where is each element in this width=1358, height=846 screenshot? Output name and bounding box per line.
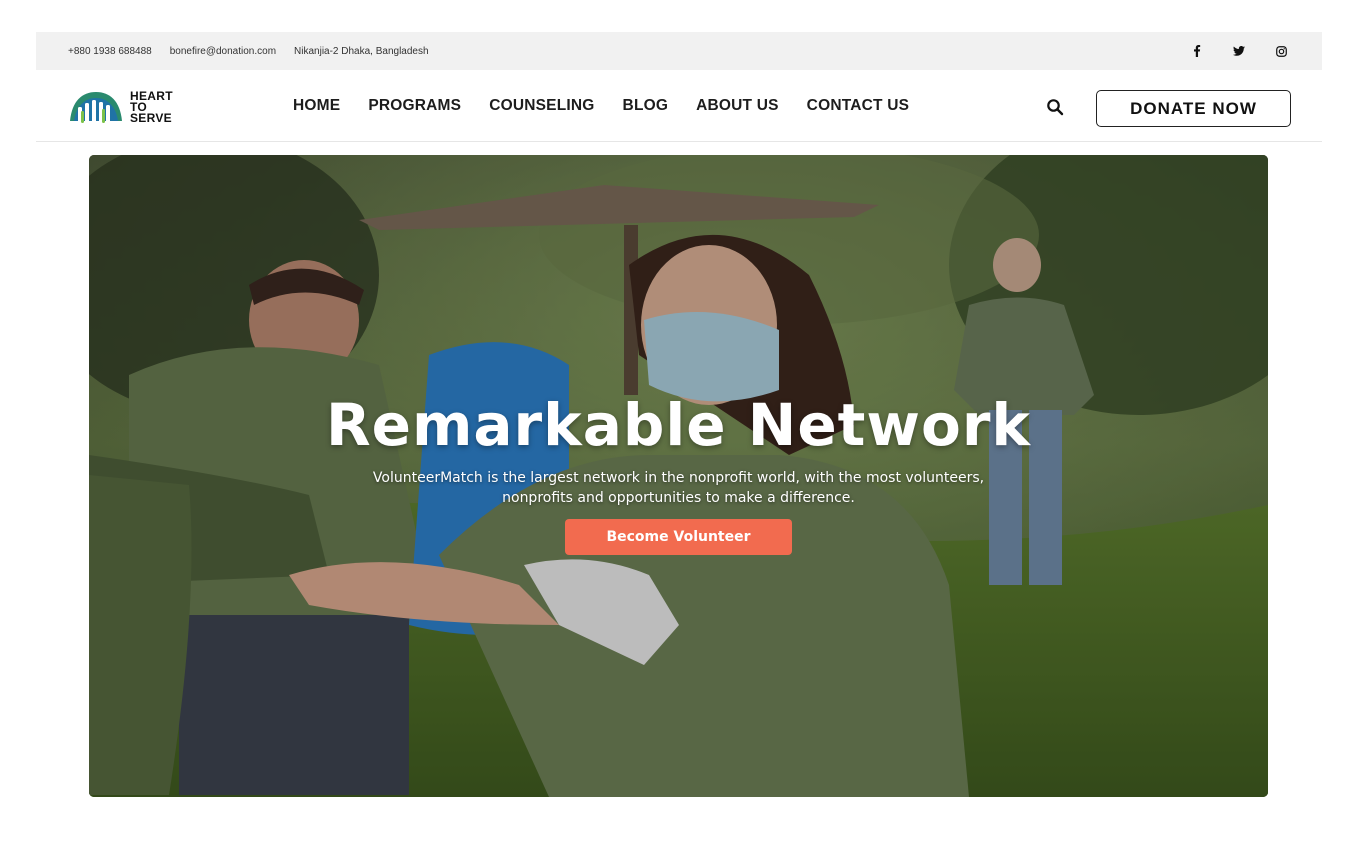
contact-info: +880 1938 688488 bonefire@donation.com N… [68, 46, 429, 57]
hero-content: Remarkable Network VolunteerMatch is the… [89, 155, 1268, 797]
logo-line-3: SERVE [130, 110, 172, 125]
logo-wordmark: HEART TO SERVE [130, 90, 173, 125]
instagram-icon[interactable] [1274, 44, 1288, 58]
nav-contact-us[interactable]: CONTACT US [807, 97, 909, 115]
twitter-icon[interactable] [1232, 44, 1246, 58]
become-volunteer-button[interactable]: Become Volunteer [565, 519, 792, 555]
facebook-icon[interactable] [1190, 44, 1204, 58]
email-address[interactable]: bonefire@donation.com [170, 46, 276, 57]
nav-blog[interactable]: BLOG [623, 97, 669, 115]
hero-banner: Remarkable Network VolunteerMatch is the… [89, 155, 1268, 797]
nav-programs[interactable]: PROGRAMS [368, 97, 461, 115]
nav-about-us[interactable]: ABOUT US [696, 97, 779, 115]
hero-title: Remarkable Network [325, 391, 1032, 459]
site-logo[interactable]: HEART TO SERVE [68, 87, 173, 127]
search-icon[interactable] [1046, 98, 1064, 116]
social-links [1190, 44, 1288, 58]
nav-counseling[interactable]: COUNSELING [489, 97, 594, 115]
hero-subtitle: VolunteerMatch is the largest network in… [372, 470, 985, 506]
nav-home[interactable]: HOME [293, 97, 340, 115]
donate-now-button[interactable]: DONATE NOW [1096, 90, 1291, 127]
main-nav: HOME PROGRAMS COUNSELING BLOG ABOUT US C… [293, 70, 909, 142]
hands-logo-icon [70, 92, 122, 123]
address: Nikanjia-2 Dhaka, Bangladesh [294, 45, 429, 57]
site-header: HEART TO SERVE HOME PROGRAMS COUNSELING … [36, 70, 1322, 142]
phone-number[interactable]: +880 1938 688488 [68, 46, 152, 57]
contact-bar: +880 1938 688488 bonefire@donation.com N… [36, 32, 1322, 70]
